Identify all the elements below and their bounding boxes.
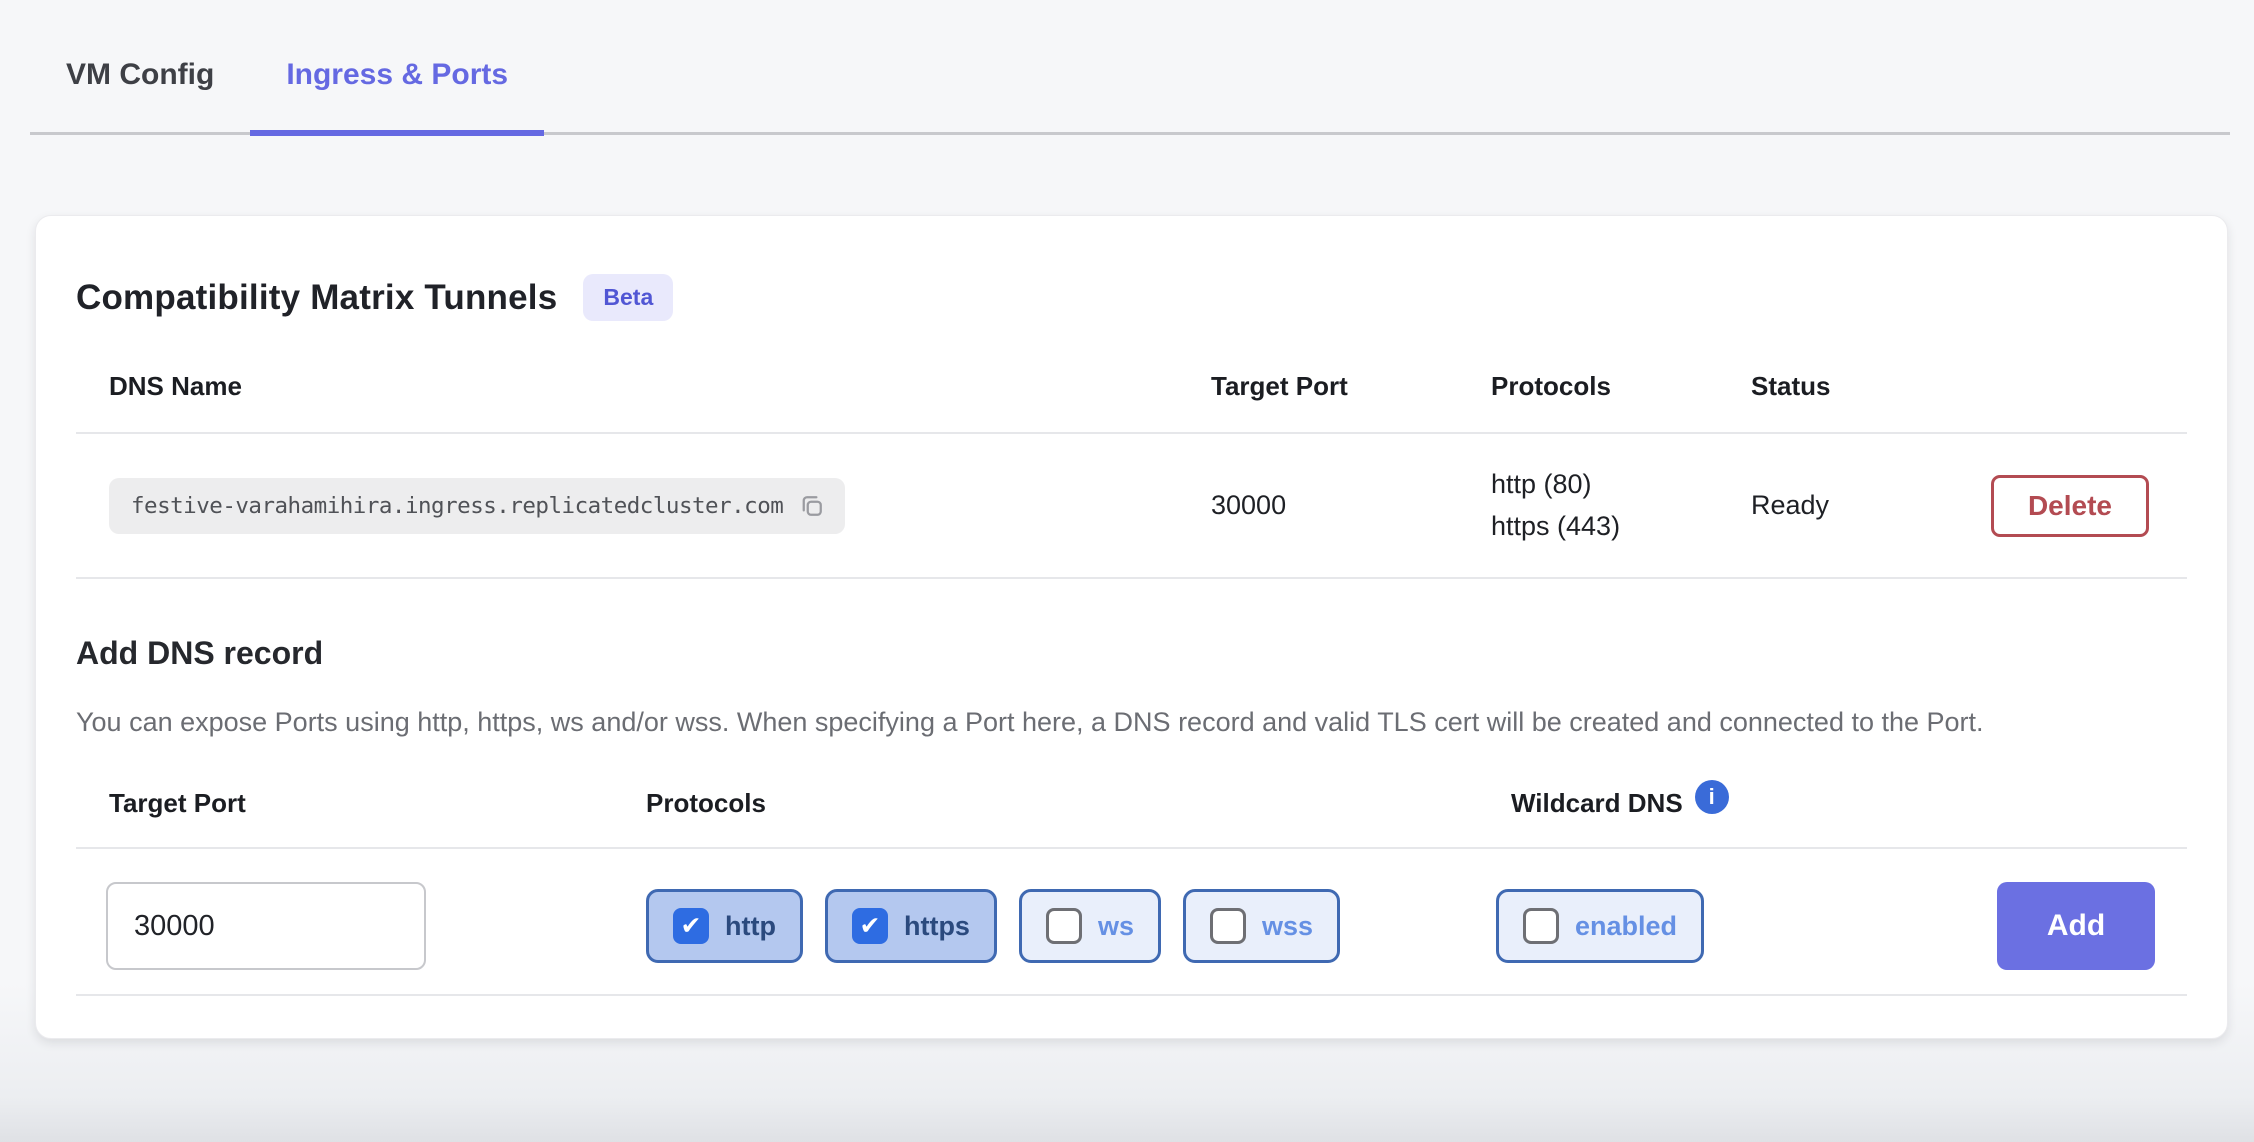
add-button[interactable]: Add xyxy=(1997,882,2155,970)
protocols-label: Protocols xyxy=(616,788,1481,819)
col-header-protocols: Protocols xyxy=(1491,371,1751,402)
col-header-status: Status xyxy=(1751,371,1987,402)
protocol-option-label: wss xyxy=(1262,911,1313,942)
checkbox-icon xyxy=(1210,908,1246,944)
protocols-cell: http (80) https (443) xyxy=(1491,470,1751,541)
protocol-checkbox-https[interactable]: https xyxy=(825,889,997,963)
add-dns-description: You can expose Ports using http, https, … xyxy=(76,702,2156,742)
dns-name-cell: festive-varahamihira.ingress.replicatedc… xyxy=(76,478,1211,534)
copy-icon[interactable] xyxy=(797,491,827,521)
table-header-row: DNS Name Target Port Protocols Status xyxy=(76,371,2187,434)
wildcard-dns-label: Wildcard DNS xyxy=(1511,788,1683,819)
protocol-checkbox-http[interactable]: http xyxy=(646,889,803,963)
card-header: Compatibility Matrix Tunnels Beta xyxy=(76,216,2187,321)
compatibility-matrix-card: Compatibility Matrix Tunnels Beta DNS Na… xyxy=(35,215,2228,1039)
col-header-dns-name: DNS Name xyxy=(76,371,1211,402)
info-icon[interactable]: i xyxy=(1695,780,1729,814)
target-port-input[interactable] xyxy=(106,882,426,970)
checkbox-icon xyxy=(673,908,709,944)
tab-bar: VM Config Ingress & Ports xyxy=(30,0,2230,135)
protocol-option-label: http xyxy=(725,911,776,942)
tab-ingress-ports[interactable]: Ingress & Ports xyxy=(250,0,544,136)
tab-vm-config[interactable]: VM Config xyxy=(30,0,250,132)
dns-name-value: festive-varahamihira.ingress.replicatedc… xyxy=(131,493,783,519)
target-port-cell: 30000 xyxy=(1211,490,1491,521)
protocol-option-label: https xyxy=(904,911,970,942)
beta-badge: Beta xyxy=(583,274,673,321)
table-row: festive-varahamihira.ingress.replicatedc… xyxy=(76,434,2187,579)
protocol-checkbox-wss[interactable]: wss xyxy=(1183,889,1340,963)
target-port-label: Target Port xyxy=(76,788,616,819)
status-cell: Ready xyxy=(1751,490,1987,521)
wildcard-dns-field: enabled xyxy=(1481,889,1987,963)
checkbox-icon xyxy=(1523,908,1559,944)
protocol-checkbox-ws[interactable]: ws xyxy=(1019,889,1161,963)
add-button-wrap: Add xyxy=(1997,882,2187,970)
col-header-target-port: Target Port xyxy=(1211,371,1491,402)
wildcard-dns-label-wrap: Wildcard DNS i xyxy=(1481,788,1987,819)
tunnels-table: DNS Name Target Port Protocols Status fe… xyxy=(76,371,2187,579)
delete-button[interactable]: Delete xyxy=(1991,475,2149,537)
checkbox-icon xyxy=(852,908,888,944)
checkbox-icon xyxy=(1046,908,1082,944)
add-dns-section: Add DNS record You can expose Ports usin… xyxy=(76,635,2187,996)
protocol-option-label: ws xyxy=(1098,911,1134,942)
dns-name-pill: festive-varahamihira.ingress.replicatedc… xyxy=(109,478,845,534)
actions-cell: Delete xyxy=(1991,475,2187,537)
add-dns-title: Add DNS record xyxy=(76,635,2187,672)
target-port-field-wrap xyxy=(76,882,616,970)
protocol-entry: http (80) xyxy=(1491,470,1751,500)
form-controls-row: http https ws wss enabled xyxy=(76,849,2187,996)
protocol-options: http https ws wss xyxy=(616,889,1481,963)
protocol-entry: https (443) xyxy=(1491,512,1751,542)
form-header-row: Target Port Protocols Wildcard DNS i xyxy=(76,788,2187,849)
wildcard-option-label: enabled xyxy=(1575,911,1677,942)
card-title: Compatibility Matrix Tunnels xyxy=(76,278,557,318)
wildcard-enabled-checkbox[interactable]: enabled xyxy=(1496,889,1704,963)
